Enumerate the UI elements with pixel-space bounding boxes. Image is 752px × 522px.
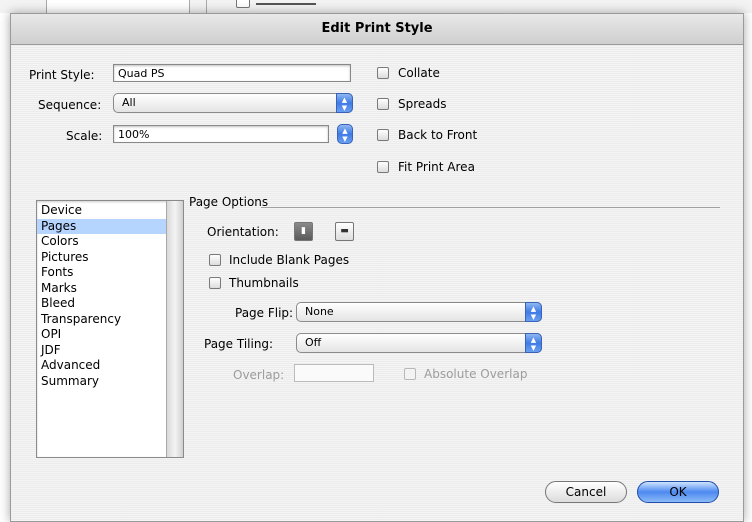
category-item-pages[interactable]: Pages: [37, 218, 166, 234]
page-tiling-value: Off: [305, 336, 322, 349]
sequence-label: Sequence:: [38, 98, 102, 112]
collate-label: Collate: [398, 66, 440, 80]
portrait-orientation-icon: ▮: [301, 226, 306, 236]
category-item-pictures[interactable]: Pictures: [37, 250, 166, 266]
spreads-checkbox[interactable]: [377, 98, 389, 110]
fit-print-area-label: Fit Print Area: [398, 160, 475, 174]
page-flip-value: None: [305, 305, 334, 318]
scale-input[interactable]: 100%: [113, 125, 329, 143]
background-divider: [206, 0, 207, 13]
absolute-overlap-label: Absolute Overlap: [424, 367, 528, 381]
up-down-arrows-icon: ▲ ▼: [525, 302, 542, 322]
ok-button[interactable]: OK: [637, 481, 719, 503]
fit-print-area-checkbox[interactable]: [377, 161, 389, 173]
category-item-fonts[interactable]: Fonts: [37, 265, 166, 281]
scale-label: Scale:: [66, 129, 103, 143]
category-items: Device Pages Colors Pictures Fonts Marks Bleed…: [37, 203, 166, 389]
absolute-overlap-checkbox[interactable]: [404, 368, 416, 380]
page-tiling-label: Page Tiling:: [204, 337, 274, 351]
page-flip-label: Page Flip:: [235, 306, 294, 320]
category-item-opi[interactable]: OPI: [37, 327, 166, 343]
category-item-summary[interactable]: Summary: [37, 374, 166, 390]
landscape-orientation-icon: ▬: [340, 226, 349, 236]
up-down-arrows-icon: ▲ ▼: [525, 333, 542, 353]
background-list-column: [46, 0, 190, 13]
page-options-divider: [261, 207, 720, 208]
background-label-fragment: [256, 0, 316, 5]
category-item-transparency[interactable]: Transparency: [37, 312, 166, 328]
sequence-value: All: [122, 96, 136, 109]
category-item-jdf[interactable]: JDF: [37, 343, 166, 359]
dialog-title: Edit Print Style: [11, 14, 743, 45]
category-item-device[interactable]: Device: [37, 203, 166, 219]
page-flip-popup[interactable]: None ▲ ▼: [296, 302, 542, 322]
include-blank-pages-label: Include Blank Pages: [229, 253, 350, 267]
category-item-colors[interactable]: Colors: [37, 234, 166, 250]
sequence-popup[interactable]: All ▲ ▼: [113, 93, 353, 113]
category-list-scrollbar[interactable]: [166, 201, 183, 457]
page-options-title: Page Options: [189, 195, 269, 209]
overlap-label: Overlap:: [233, 368, 285, 382]
background-checkbox: [236, 0, 250, 8]
scale-stepper[interactable]: ▲ ▼: [337, 124, 353, 144]
portrait-orientation-button[interactable]: ▮: [294, 222, 313, 241]
category-list[interactable]: Device Pages Colors Pictures Fonts Marks Bleed…: [36, 200, 184, 458]
category-item-marks[interactable]: Marks: [37, 281, 166, 297]
background-window-strip: [0, 0, 752, 13]
thumbnails-checkbox[interactable]: [209, 277, 221, 289]
overlap-input[interactable]: [294, 364, 374, 382]
back-to-front-checkbox[interactable]: [377, 129, 389, 141]
print-style-label: Print Style:: [29, 68, 95, 82]
category-item-bleed[interactable]: Bleed: [37, 296, 166, 312]
landscape-orientation-button[interactable]: ▬: [335, 222, 354, 241]
thumbnails-label: Thumbnails: [229, 276, 299, 290]
print-style-input[interactable]: Quad PS: [113, 64, 351, 82]
collate-checkbox[interactable]: [377, 67, 389, 79]
spreads-label: Spreads: [398, 97, 447, 111]
cancel-button[interactable]: Cancel: [545, 481, 627, 503]
include-blank-pages-checkbox[interactable]: [209, 254, 221, 266]
up-down-arrows-icon: ▲ ▼: [336, 93, 353, 113]
orientation-label: Orientation:: [207, 225, 279, 239]
edit-print-style-dialog: Edit Print Style Print Style: Quad PS Se…: [10, 13, 744, 522]
back-to-front-label: Back to Front: [398, 128, 478, 142]
category-item-advanced[interactable]: Advanced: [37, 358, 166, 374]
page-tiling-popup[interactable]: Off ▲ ▼: [296, 333, 542, 353]
stepper-arrows-icon: ▲ ▼: [342, 127, 348, 143]
